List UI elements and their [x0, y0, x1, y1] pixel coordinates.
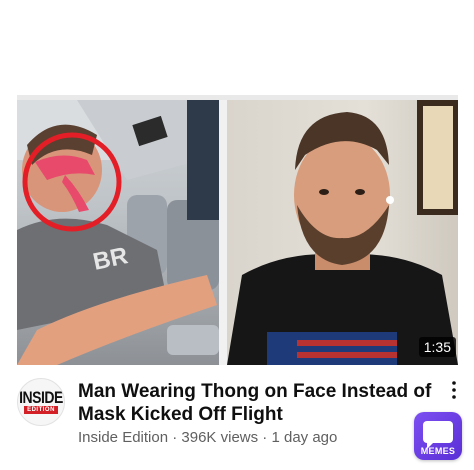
thumbnail-left-panel: BR [17, 100, 219, 365]
channel-logo-top-text: INSIDE [19, 387, 63, 407]
thumbnail-divider [219, 100, 227, 365]
channel-avatar[interactable]: INSIDE EDITION [17, 378, 65, 426]
watermark-label: MEMES [420, 446, 456, 456]
video-title[interactable]: Man Wearing Thong on Face Instead of Mas… [78, 380, 438, 426]
channel-logo-bottom-text: EDITION [24, 406, 58, 414]
video-meta: Inside Edition · 396K views · 1 day ago [78, 429, 337, 446]
video-duration: 1:35 [418, 337, 456, 357]
speech-bubble-icon [423, 421, 453, 449]
view-count: 396K views [181, 429, 259, 446]
meta-separator: · [258, 429, 272, 446]
memes-app-icon: MEMES [414, 412, 462, 460]
channel-name[interactable]: Inside Edition [78, 429, 168, 446]
more-vert-icon[interactable] [449, 380, 459, 400]
video-thumbnail[interactable]: BR 1:35 [17, 95, 458, 365]
meta-separator: · [168, 429, 182, 446]
thumbnail-right-panel [227, 100, 458, 365]
upload-age: 1 day ago [271, 429, 338, 446]
airplane-passenger-image: BR [17, 100, 219, 365]
man-speaking-image [227, 100, 458, 365]
